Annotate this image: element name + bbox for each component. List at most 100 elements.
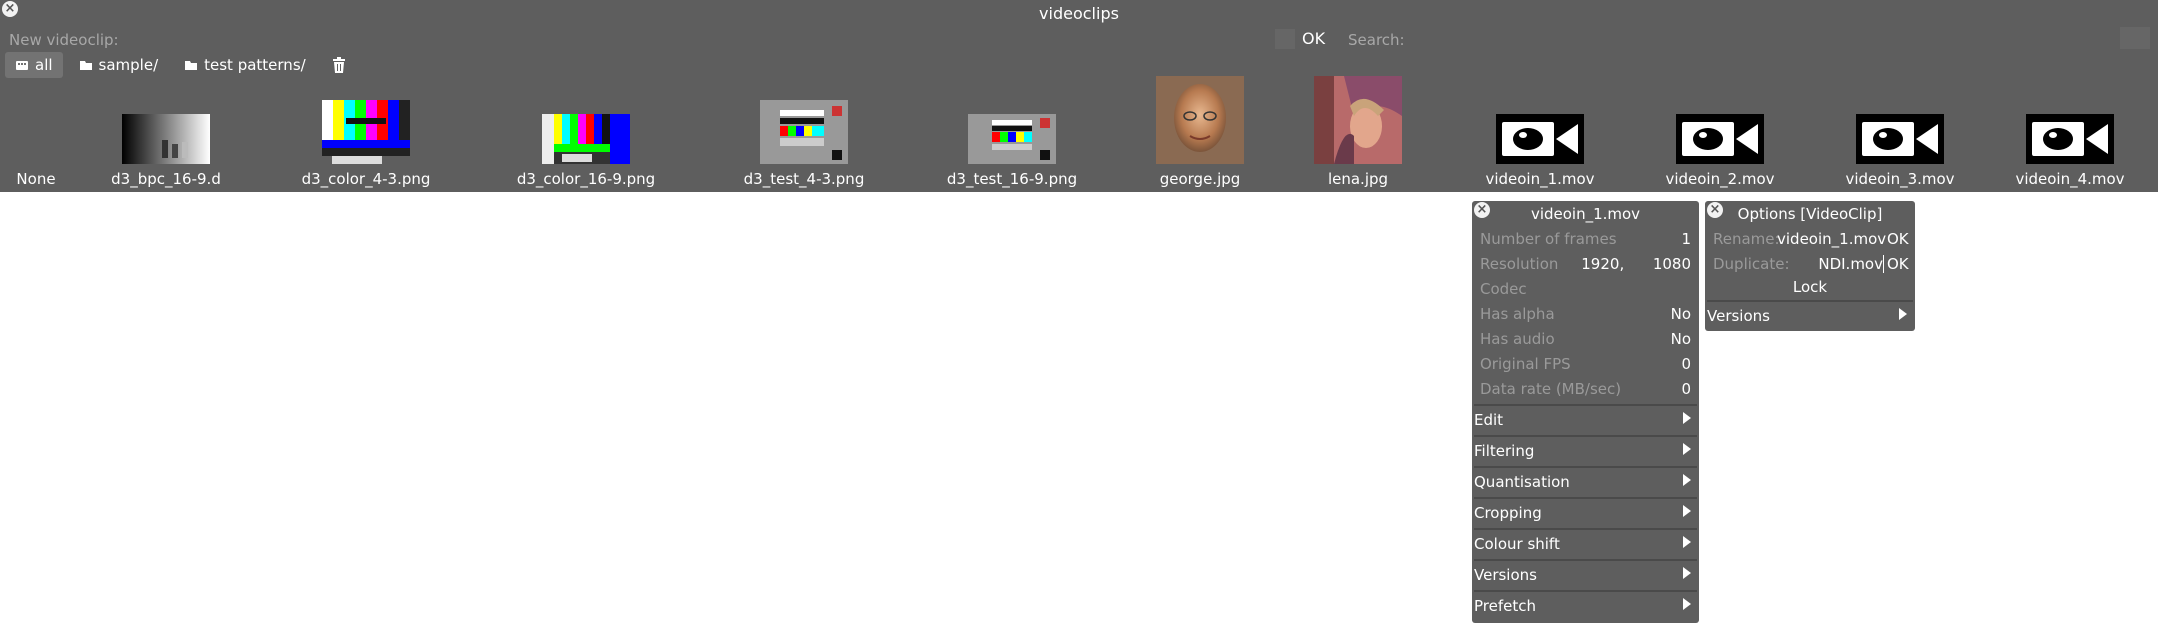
- clip-name: d3_test_4-3.png: [743, 170, 865, 188]
- chevron-right-icon: [1683, 598, 1691, 610]
- menu-label: Versions: [1707, 307, 1770, 325]
- clip-name: d3_color_16-9.png: [516, 170, 656, 188]
- info-value: No: [1670, 305, 1691, 323]
- clip-item[interactable]: d3_color_16-9.png: [516, 78, 656, 190]
- duplicate-input[interactable]: NDI.mov: [1795, 255, 1884, 273]
- clip-name: lena.jpg: [1327, 170, 1389, 188]
- duplicate-ok-button[interactable]: OK: [1887, 255, 1909, 273]
- menu-quantisation[interactable]: Quantisation: [1474, 466, 1697, 498]
- chevron-right-icon: [1683, 412, 1691, 424]
- info-key: Has audio: [1480, 330, 1555, 348]
- menu-label: Cropping: [1474, 504, 1542, 522]
- menu-label: Edit: [1474, 411, 1504, 429]
- search-field[interactable]: [2120, 27, 2150, 49]
- info-value: 0: [1681, 380, 1691, 398]
- clip-name: videoin_2.mov: [1665, 170, 1775, 188]
- menu-edit[interactable]: Edit: [1474, 404, 1697, 436]
- rename-input[interactable]: videoin_1.mov: [1777, 230, 1886, 248]
- filter-label: all: [35, 56, 53, 74]
- menu-label: Colour shift: [1474, 535, 1560, 553]
- duplicate-label: Duplicate:: [1713, 255, 1790, 273]
- info-value: 1: [1681, 230, 1691, 248]
- ok-button[interactable]: OK: [1302, 29, 1325, 48]
- clip-name: d3_bpc_16-9.d: [111, 170, 221, 188]
- menu-label: Versions: [1474, 566, 1537, 584]
- clip-thumbnail: [760, 100, 848, 164]
- trash-icon: [332, 56, 345, 73]
- clip-name: videoin_1.mov: [1485, 170, 1595, 188]
- clip-thumbnail: [122, 114, 210, 164]
- chevron-right-icon: [1683, 536, 1691, 548]
- chevron-right-icon: [1683, 443, 1691, 455]
- filter-label: sample/: [98, 56, 159, 74]
- menu-versions[interactable]: Versions: [1474, 559, 1697, 591]
- menu-label: Filtering: [1474, 442, 1535, 460]
- info-value: No: [1670, 330, 1691, 348]
- filter-sample[interactable]: sample/: [69, 52, 169, 78]
- clip-thumbnail: [322, 100, 410, 164]
- chevron-right-icon: [1683, 474, 1691, 486]
- info-key: Number of frames: [1480, 230, 1617, 248]
- camera-icon: [2026, 114, 2114, 164]
- clip-item[interactable]: d3_test_16-9.png: [946, 78, 1078, 190]
- info-key: Original FPS: [1480, 355, 1571, 373]
- rename-label: Rename:: [1713, 230, 1780, 248]
- clip-name: None: [16, 170, 56, 188]
- clip-item[interactable]: videoin_3.mov: [1840, 78, 1960, 190]
- menu-versions[interactable]: Versions: [1707, 300, 1913, 332]
- videoclips-window: × videoclips New videoclip: OK Search: a…: [0, 0, 2158, 192]
- options-panel: × Options [VideoClip] Rename: videoin_1.…: [1705, 201, 1915, 331]
- clip-item[interactable]: george.jpg: [1150, 76, 1250, 190]
- folder-icon: [185, 61, 198, 70]
- info-key: Has alpha: [1480, 305, 1555, 323]
- search-input[interactable]: Search:: [1348, 31, 1405, 49]
- info-value: 0: [1681, 355, 1691, 373]
- clip-thumbnail: [1314, 76, 1402, 164]
- clip-thumbnail: [968, 114, 1056, 164]
- menu-prefetch[interactable]: Prefetch: [1474, 590, 1697, 622]
- new-videoclip-checkbox[interactable]: [1275, 29, 1295, 49]
- filter-label: test patterns/: [204, 56, 306, 74]
- filter-all[interactable]: all: [5, 52, 63, 78]
- filter-bar: all sample/ test patterns/: [5, 52, 356, 78]
- menu-cropping[interactable]: Cropping: [1474, 497, 1697, 529]
- chevron-right-icon: [1899, 308, 1907, 320]
- clip-thumbnail: [542, 114, 630, 164]
- menu-colour-shift[interactable]: Colour shift: [1474, 528, 1697, 560]
- camera-icon: [1856, 114, 1944, 164]
- clip-name: d3_test_16-9.png: [946, 170, 1078, 188]
- info-value: 1920, 1080: [1581, 255, 1691, 273]
- panel-title: videoin_1.mov: [1530, 205, 1641, 223]
- new-videoclip-input[interactable]: New videoclip:: [9, 31, 119, 49]
- storage-icon: [16, 61, 28, 70]
- menu-filtering[interactable]: Filtering: [1474, 435, 1697, 467]
- lock-button[interactable]: Lock: [1705, 278, 1915, 296]
- clip-item[interactable]: d3_test_4-3.png: [738, 78, 870, 190]
- clip-item[interactable]: d3_color_4-3.png: [300, 78, 432, 190]
- clip-info-panel: × videoin_1.mov Number of frames 1 Resolu…: [1472, 201, 1699, 623]
- rename-ok-button[interactable]: OK: [1887, 230, 1909, 248]
- menu-label: Quantisation: [1474, 473, 1570, 491]
- folder-icon: [79, 61, 92, 70]
- filter-test-patterns[interactable]: test patterns/: [174, 52, 316, 78]
- clip-name: videoin_4.mov: [2015, 170, 2125, 188]
- clip-item[interactable]: videoin_4.mov: [2010, 78, 2130, 190]
- clip-item[interactable]: videoin_1.mov: [1480, 78, 1600, 190]
- clip-list: None d3_bpc_16-9.d d3_color_4-3.png d3_c…: [0, 76, 2158, 190]
- clip-item[interactable]: videoin_2.mov: [1660, 78, 1780, 190]
- clip-name: george.jpg: [1159, 170, 1241, 188]
- camera-icon: [1496, 114, 1584, 164]
- panel-title: Options [VideoClip]: [1737, 205, 1883, 223]
- clip-name: d3_color_4-3.png: [301, 170, 431, 188]
- clip-item[interactable]: None: [10, 78, 62, 190]
- clip-thumbnail: [1156, 76, 1244, 164]
- info-key: Data rate (MB/sec): [1480, 380, 1622, 398]
- clip-name: videoin_3.mov: [1845, 170, 1955, 188]
- clip-item[interactable]: lena.jpg: [1308, 76, 1408, 190]
- chevron-right-icon: [1683, 567, 1691, 579]
- camera-icon: [1676, 114, 1764, 164]
- menu-label: Prefetch: [1474, 597, 1536, 615]
- window-title: videoclips: [1039, 4, 1119, 23]
- delete-button[interactable]: [322, 52, 356, 78]
- clip-item[interactable]: d3_bpc_16-9.d: [100, 78, 232, 190]
